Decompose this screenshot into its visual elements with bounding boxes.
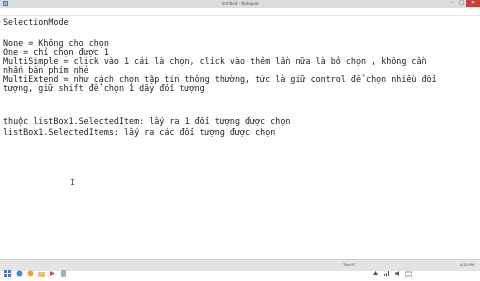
start-icon[interactable] bbox=[4, 262, 11, 277]
minimize-button[interactable]: – bbox=[448, 0, 457, 7]
notepad-icon[interactable] bbox=[60, 262, 67, 277]
text-cursor: I bbox=[70, 178, 75, 187]
text-line: SelectionMode bbox=[3, 17, 69, 27]
tray-label[interactable]: This PC bbox=[343, 262, 356, 269]
text-editor[interactable]: SelectionMode None = Không cho chọn One … bbox=[0, 16, 480, 256]
taskbar: This PC 4:20 PM bbox=[0, 259, 480, 277]
browser-icon[interactable] bbox=[27, 262, 34, 277]
folder-icon[interactable] bbox=[38, 262, 45, 277]
window-titlebar[interactable]: Untitled - Notepad – □ ✕ bbox=[0, 0, 480, 8]
media-icon[interactable] bbox=[49, 262, 56, 276]
network-icon[interactable] bbox=[383, 262, 390, 276]
maximize-button[interactable]: □ bbox=[457, 0, 466, 7]
menu-bar: File Edit Format View Help bbox=[0, 8, 480, 24]
explorer-icon[interactable] bbox=[16, 262, 23, 277]
keyboard-icon[interactable] bbox=[404, 262, 413, 277]
text-line: thuộc listBox1.SelectedItem: lấy ra 1 đố… bbox=[3, 116, 291, 126]
text-line: tượng, giữ shift để chọn 1 dãy đối tượng bbox=[3, 83, 205, 93]
text-line: listBox1.SelectedItems: lấy ra các đối t… bbox=[3, 127, 276, 137]
volume-icon[interactable] bbox=[394, 262, 401, 276]
clock[interactable]: 4:20 PM bbox=[460, 262, 474, 269]
window-title: Untitled - Notepad bbox=[221, 1, 259, 6]
close-button[interactable]: ✕ bbox=[466, 0, 480, 7]
arrow-up-icon[interactable] bbox=[372, 262, 379, 275]
